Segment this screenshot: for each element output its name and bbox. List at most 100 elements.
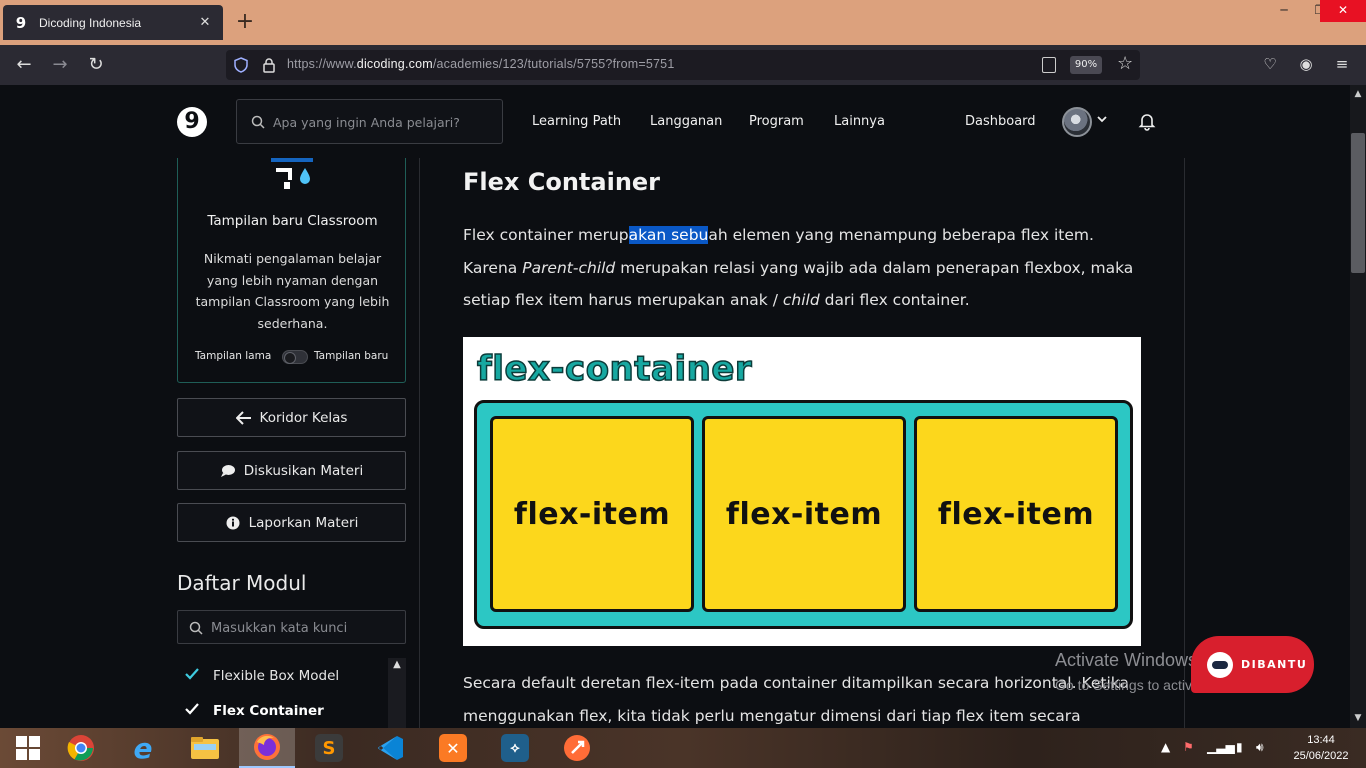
scrollbar-thumb[interactable] <box>1351 133 1365 273</box>
menu-langganan[interactable]: Langganan <box>650 114 722 129</box>
system-clock[interactable]: 13:44 25/06/2022 <box>1282 732 1360 764</box>
shield-icon[interactable] <box>234 57 248 73</box>
tab-close-icon[interactable]: ✕ <box>197 15 213 30</box>
avatar[interactable] <box>1062 107 1092 137</box>
help-chat-button[interactable]: DIBANTU <box>1191 636 1314 693</box>
internet-explorer-taskbar-icon[interactable]: e <box>115 728 171 768</box>
site-search-input[interactable] <box>273 112 493 132</box>
window-close-button[interactable]: ✕ <box>1320 0 1366 22</box>
page-scrollbar[interactable]: ▲ ▼ <box>1350 85 1366 728</box>
windows-taskbar: e S ✕ ⟡ ▲ ⚑ ▁▃▅ ▮ 🔊︎ 13:44 25/06/2022 <box>0 728 1366 768</box>
search-icon <box>189 621 203 635</box>
reader-view-icon[interactable] <box>1042 57 1056 73</box>
search-icon <box>251 115 265 129</box>
url-text[interactable]: https://www.dicoding.com/academies/123/t… <box>287 57 675 71</box>
scroll-up-icon[interactable]: ▲ <box>1353 89 1363 99</box>
clock-time: 13:44 <box>1307 734 1335 746</box>
firefox-taskbar-icon[interactable] <box>239 728 295 768</box>
new-tab-button[interactable]: + <box>233 10 257 34</box>
xampp-taskbar-icon[interactable]: ✕ <box>425 728 481 768</box>
menu-lainnya[interactable]: Lainnya <box>834 114 885 129</box>
sidebar-divider <box>419 158 420 728</box>
forward-arrow-icon[interactable]: → <box>46 53 74 77</box>
help-button-label: DIBANTU <box>1241 658 1308 671</box>
diagram-flex-item: flex-item <box>490 416 694 612</box>
diskusikan-materi-button[interactable]: Diskusikan Materi <box>177 451 406 490</box>
url-bar[interactable]: https://www.dicoding.com/academies/123/t… <box>226 50 1140 80</box>
koridor-kelas-button[interactable]: Koridor Kelas <box>177 398 406 437</box>
back-arrow-icon[interactable]: ← <box>10 53 38 77</box>
robot-icon <box>1207 651 1233 678</box>
browser-tab[interactable]: 9 Dicoding Indonesia ✕ <box>3 5 223 40</box>
star-icon[interactable]: ☆ <box>1117 53 1133 74</box>
mysql-workbench-icon: ⟡ <box>501 734 529 762</box>
modul-search[interactable] <box>177 610 406 644</box>
modul-item-flexible-box-model[interactable]: Flexible Box Model <box>177 665 385 687</box>
daftar-modul-heading: Daftar Modul <box>177 571 307 595</box>
account-icon[interactable]: ◉ <box>1296 55 1316 73</box>
chevron-down-icon[interactable] <box>1096 113 1108 125</box>
koridor-kelas-label: Koridor Kelas <box>259 409 348 426</box>
view-toggle[interactable] <box>282 350 308 364</box>
diskusikan-materi-label: Diskusikan Materi <box>243 462 364 479</box>
modul-item-flex-container[interactable]: Flex Container <box>177 700 385 722</box>
modul-item-label: Flex Container <box>213 703 324 719</box>
xampp-icon: ✕ <box>439 734 467 762</box>
promo-description: Nikmati pengalaman belajar yang lebih ny… <box>195 251 390 331</box>
modul-item-label: Flexible Box Model <box>213 668 340 684</box>
classroom-promo-card: Tampilan baru Classroom Nikmati pengalam… <box>177 158 406 383</box>
menu-program[interactable]: Program <box>749 114 804 129</box>
diagram-flex-item: flex-item <box>702 416 906 612</box>
battery-icon[interactable]: ▮ <box>1236 740 1243 754</box>
windows-logo-icon <box>16 736 40 760</box>
sublime-text-icon: S <box>315 734 343 762</box>
classroom-icon <box>271 158 313 189</box>
pocket-icon[interactable]: ♡ <box>1260 55 1280 73</box>
reload-icon[interactable]: ↻ <box>82 53 110 77</box>
laporkan-materi-button[interactable]: Laporkan Materi <box>177 503 406 542</box>
check-icon <box>185 703 199 715</box>
postman-icon <box>564 735 590 761</box>
menu-dashboard[interactable]: Dashboard <box>965 114 1036 129</box>
vscode-taskbar-icon[interactable] <box>363 728 419 768</box>
tray-chevron-up-icon[interactable]: ▲ <box>1161 740 1170 754</box>
volume-icon[interactable]: 🔊︎ <box>1256 740 1264 755</box>
bell-icon[interactable] <box>1137 111 1157 131</box>
sublime-text-taskbar-icon[interactable]: S <box>301 728 357 768</box>
wifi-signal-icon[interactable]: ▁▃▅ <box>1207 740 1235 754</box>
toggle-label-old: Tampilan lama <box>195 350 272 362</box>
dicoding-logo[interactable]: 9 <box>177 107 207 137</box>
windows-start-button[interactable] <box>0 728 56 768</box>
toggle-label-new: Tampilan baru <box>314 350 389 362</box>
dicoding-favicon-icon: 9 <box>15 13 27 32</box>
tab-title: Dicoding Indonesia <box>39 15 142 30</box>
network-warning-icon[interactable]: ⚑ <box>1183 740 1194 754</box>
browser-tab-strip: 9 Dicoding Indonesia ✕ + ─ ❐ ✕ <box>0 0 1366 45</box>
file-explorer-taskbar-icon[interactable] <box>177 728 233 768</box>
site-search[interactable] <box>236 99 503 144</box>
menu-learning-path[interactable]: Learning Path <box>532 114 621 129</box>
modul-list: Flexible Box Model Flex Container <box>177 658 406 728</box>
activate-windows-title: Activate Windows <box>1055 650 1198 670</box>
check-icon <box>185 668 199 680</box>
view-toggle-row: Tampilan lama Tampilan baru <box>178 348 407 364</box>
chevron-up-icon[interactable]: ▲ <box>392 660 402 670</box>
promo-title: Tampilan baru Classroom <box>207 213 378 229</box>
window-minimize-button[interactable]: ─ <box>1266 0 1302 22</box>
lock-icon[interactable] <box>262 57 276 73</box>
chrome-taskbar-icon[interactable] <box>53 728 109 768</box>
diagram-flex-item: flex-item <box>914 416 1118 612</box>
modul-search-input[interactable] <box>211 618 397 638</box>
site-header: 9 Learning Path Langganan Program Lainny… <box>0 85 1350 158</box>
menu-icon[interactable]: ≡ <box>1332 55 1352 73</box>
mysql-workbench-taskbar-icon[interactable]: ⟡ <box>487 728 543 768</box>
scroll-down-icon[interactable]: ▼ <box>1353 713 1363 723</box>
paragraph-2: Secara default deretan flex-item pada co… <box>463 674 1129 725</box>
laporkan-materi-label: Laporkan Materi <box>248 514 359 531</box>
vscode-icon <box>378 736 403 760</box>
postman-taskbar-icon[interactable] <box>549 728 605 768</box>
zoom-level-badge[interactable]: 90% <box>1070 56 1102 74</box>
firefox-icon <box>254 734 280 760</box>
article-title: Flex Container <box>463 168 661 196</box>
modul-list-scrollbar[interactable]: ▲ <box>388 658 406 728</box>
